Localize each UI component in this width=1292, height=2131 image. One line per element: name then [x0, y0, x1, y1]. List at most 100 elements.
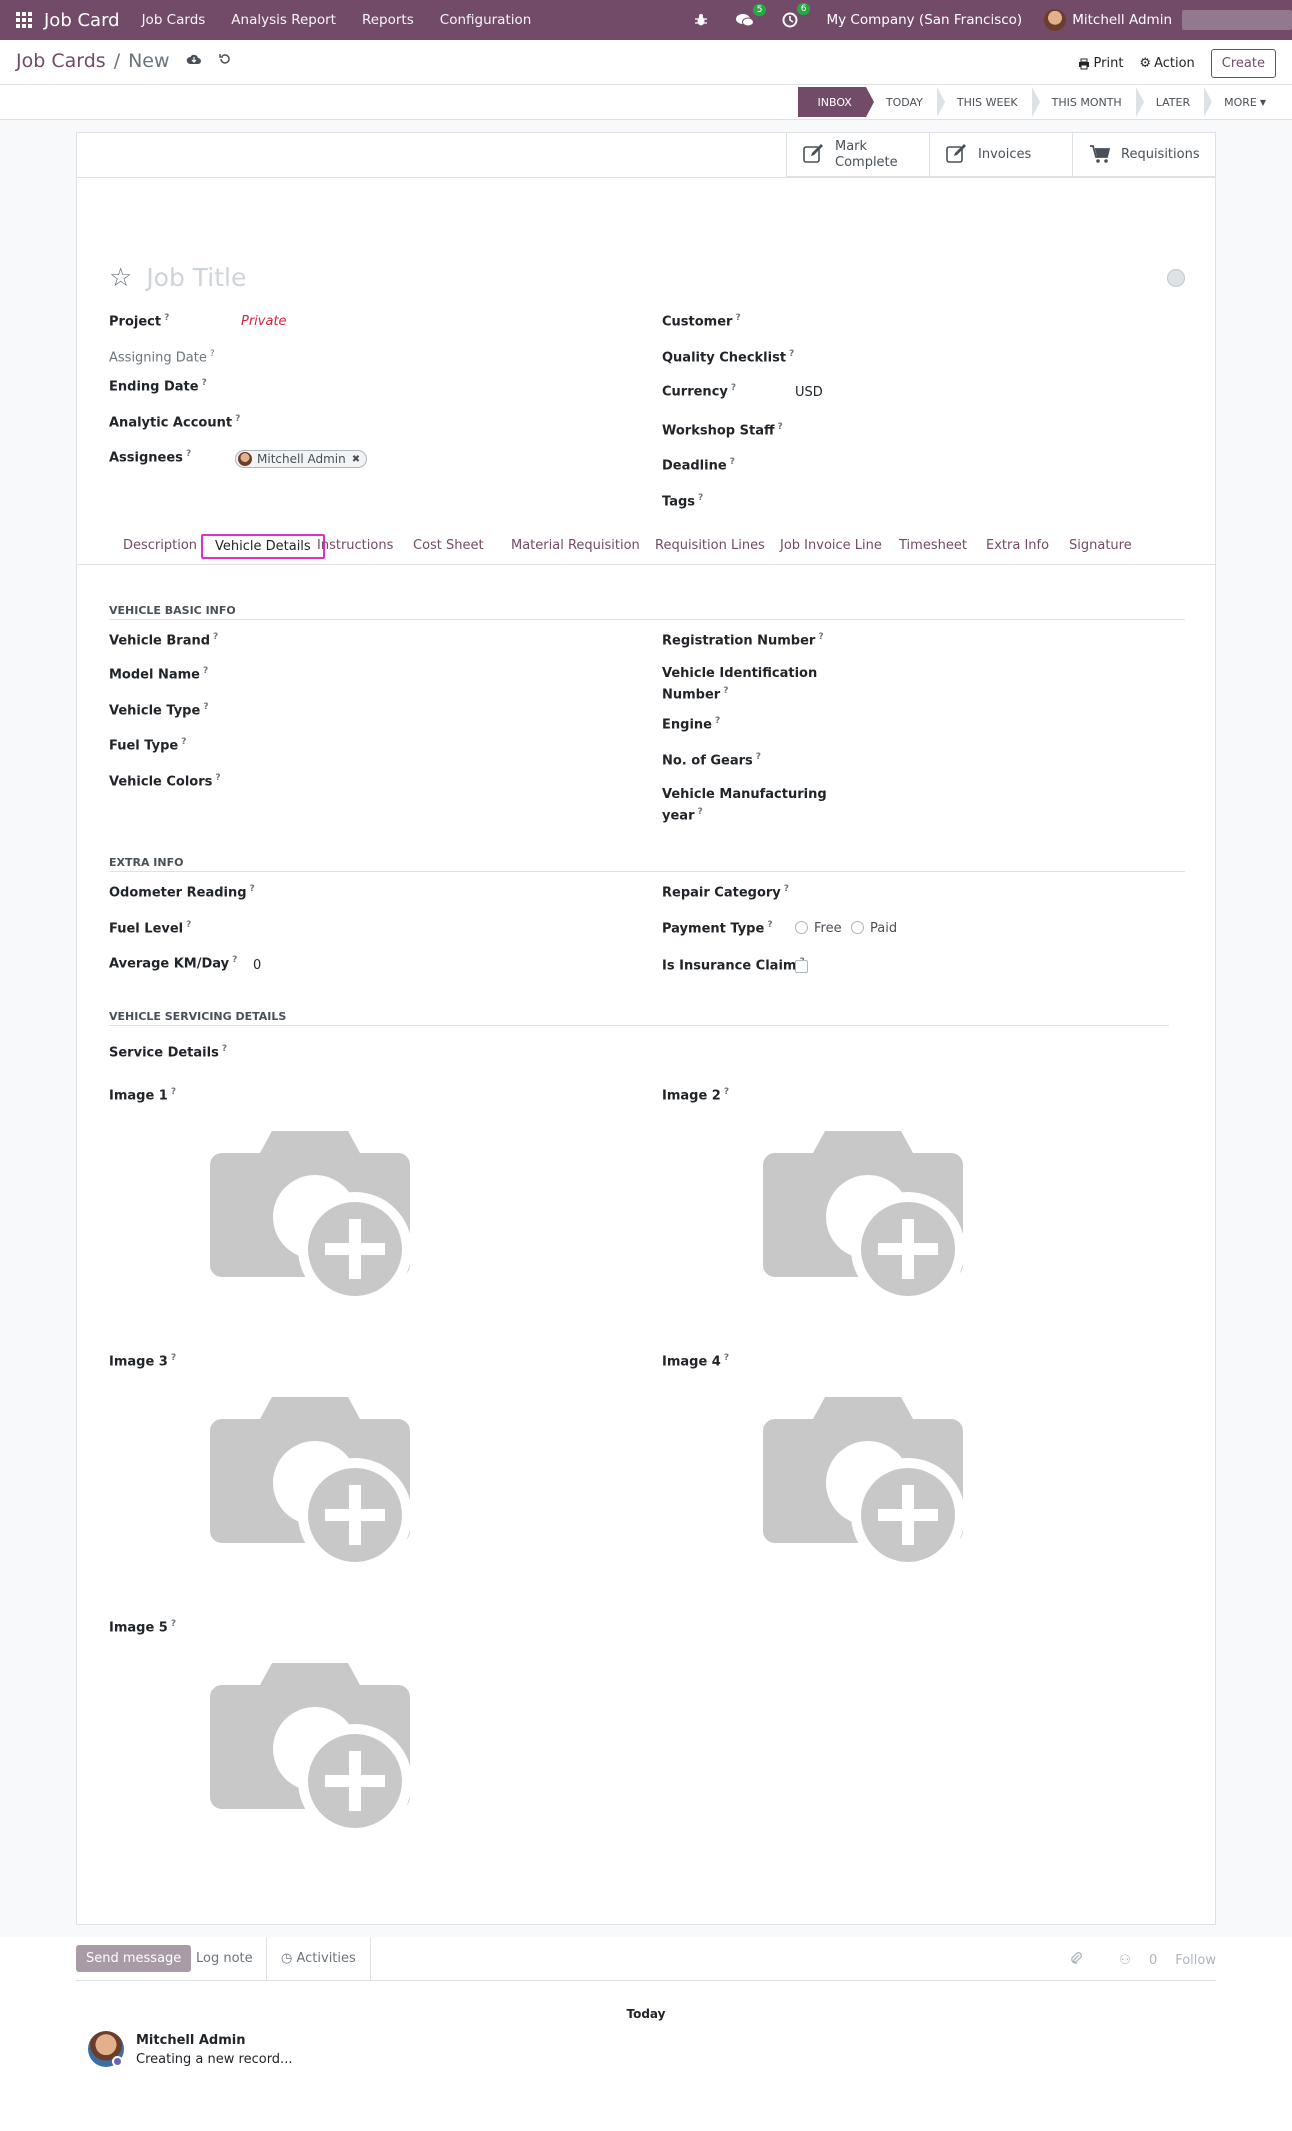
- action-button[interactable]: ⚙ Action: [1139, 56, 1194, 71]
- image1-label: Image 1?: [109, 1087, 177, 1104]
- save-cloud-icon[interactable]: [186, 53, 202, 69]
- apps-menu-icon[interactable]: [16, 11, 34, 29]
- vin-label-line1: Vehicle Identification: [662, 666, 818, 681]
- followers-button[interactable]: ⚇ 0: [1101, 1953, 1157, 1968]
- kanban-state-indicator[interactable]: [1167, 268, 1185, 287]
- form-sheet: Mark Complete Invoices Requisitions ☆ Jo…: [76, 132, 1216, 1925]
- stage-this-week[interactable]: THIS WEEK: [936, 87, 1040, 117]
- menu-analysis-report[interactable]: Analysis Report: [231, 12, 336, 28]
- requisitions-label: Requisitions: [1121, 146, 1200, 162]
- stage-filters: INBOX TODAY THIS WEEK THIS MONTH LATER M…: [797, 87, 1280, 117]
- average-km-day-field[interactable]: 0: [253, 958, 261, 973]
- stage-this-month[interactable]: THIS MONTH: [1031, 87, 1144, 117]
- control-panel: Job Cards / New Print ⚙ Action Create IN…: [0, 40, 1292, 120]
- repair-category-label: Repair Category?: [662, 884, 789, 901]
- print-icon: [1078, 58, 1089, 69]
- breadcrumb-current: New: [128, 50, 170, 72]
- log-note-button[interactable]: Log note: [196, 1951, 253, 1966]
- project-field[interactable]: Private: [241, 314, 287, 329]
- extra-info-header: EXTRA INFO: [109, 856, 184, 869]
- image4-upload-placeholder-icon[interactable]: [763, 1397, 963, 1573]
- edit-icon: [803, 144, 825, 165]
- vin-label-line2: Number?: [662, 686, 729, 703]
- manufacturing-year-label-line2: year?: [662, 807, 703, 824]
- assignees-label: Assignees?: [109, 449, 192, 466]
- tab-job-invoice-line[interactable]: Job Invoice Line: [767, 534, 895, 557]
- invoices-button[interactable]: Invoices: [929, 133, 1072, 176]
- image4-label: Image 4?: [662, 1353, 730, 1370]
- company-switcher[interactable]: My Company (San Francisco): [826, 12, 1022, 28]
- odometer-reading-label: Odometer Reading?: [109, 884, 255, 901]
- stage-inbox[interactable]: INBOX: [797, 87, 875, 117]
- user-icon: ⚇: [1119, 1952, 1131, 1968]
- payment-type-free-radio[interactable]: Free: [795, 921, 842, 936]
- tab-signature[interactable]: Signature: [1056, 534, 1145, 557]
- image2-upload-placeholder-icon[interactable]: [763, 1131, 963, 1307]
- image1-upload-placeholder-icon[interactable]: [210, 1131, 410, 1307]
- vehicle-basic-info-header: VEHICLE BASIC INFO: [109, 604, 236, 617]
- tab-requisition-lines[interactable]: Requisition Lines: [642, 534, 778, 557]
- notebook-tabs: Description Vehicle Details Instructions…: [77, 533, 1215, 565]
- insurance-claim-checkbox[interactable]: [795, 960, 808, 973]
- print-button[interactable]: Print: [1078, 56, 1123, 71]
- cart-icon: [1089, 144, 1111, 165]
- menu-configuration[interactable]: Configuration: [440, 12, 532, 28]
- project-label: Project?: [109, 313, 170, 330]
- messages-icon[interactable]: 5: [736, 3, 767, 28]
- chatter-topbar: Send message Log note ◷ Activities ⚇ 0 Fo…: [76, 1937, 1216, 1981]
- assignee-tag[interactable]: Mitchell Admin ✖: [235, 450, 368, 468]
- smart-button-box: Mark Complete Invoices Requisitions: [786, 133, 1215, 177]
- activities-count-badge: 6: [796, 3, 811, 15]
- message-author[interactable]: Mitchell Admin: [136, 2033, 245, 2048]
- image5-upload-placeholder-icon[interactable]: [210, 1663, 410, 1839]
- registration-number-label: Registration Number?: [662, 632, 824, 649]
- quality-checklist-label: Quality Checklist?: [662, 349, 795, 366]
- manufacturing-year-label-line1: Vehicle Manufacturing: [662, 787, 827, 802]
- online-status-dot: [112, 2056, 123, 2067]
- top-navbar: Job Card Job Cards Analysis Report Repor…: [0, 0, 1292, 40]
- title-row: ☆ Job Title: [109, 263, 1185, 292]
- stage-today[interactable]: TODAY: [865, 87, 945, 117]
- date-separator: Today: [626, 2007, 666, 2021]
- send-message-button[interactable]: Send message: [76, 1945, 192, 1972]
- activities-button[interactable]: ◷ Activities: [266, 1937, 371, 1981]
- follow-button[interactable]: Follow: [1175, 1953, 1216, 1968]
- image3-upload-placeholder-icon[interactable]: [210, 1397, 410, 1573]
- user-menu[interactable]: Mitchell Admin: [1044, 9, 1172, 31]
- mark-complete-button[interactable]: Mark Complete: [786, 133, 929, 176]
- deadline-label: Deadline?: [662, 457, 735, 474]
- clock-icon: ◷: [281, 1951, 297, 1966]
- tab-instructions[interactable]: Instructions: [304, 534, 406, 557]
- create-button[interactable]: Create: [1210, 49, 1276, 78]
- model-name-label: Model Name?: [109, 666, 209, 683]
- redacted-area: [1182, 10, 1292, 30]
- menu-job-cards[interactable]: Job Cards: [142, 12, 206, 28]
- tab-extra-info[interactable]: Extra Info: [973, 534, 1062, 557]
- menu-reports[interactable]: Reports: [362, 12, 414, 28]
- requisitions-button[interactable]: Requisitions: [1072, 133, 1215, 176]
- star-icon[interactable]: ☆: [109, 265, 132, 291]
- job-title-input[interactable]: Job Title: [146, 263, 1167, 292]
- stage-later[interactable]: LATER: [1135, 87, 1213, 117]
- tab-cost-sheet[interactable]: Cost Sheet: [400, 534, 497, 557]
- tab-material-requisition[interactable]: Material Requisition: [498, 534, 653, 557]
- chatter: Send message Log note ◷ Activities ⚇ 0 Fo…: [0, 1937, 1292, 2131]
- app-name[interactable]: Job Card: [44, 10, 120, 31]
- remove-tag-icon[interactable]: ✖: [352, 454, 360, 465]
- currency-field[interactable]: USD: [795, 385, 823, 400]
- breadcrumb-parent[interactable]: Job Cards: [16, 50, 106, 72]
- payment-type-paid-radio[interactable]: Paid: [851, 921, 897, 936]
- customer-label: Customer?: [662, 313, 741, 330]
- ending-date-label: Ending Date?: [109, 378, 207, 395]
- stage-more[interactable]: MORE ▼: [1204, 87, 1280, 117]
- analytic-account-label: Analytic Account?: [109, 414, 241, 431]
- assignee-name: Mitchell Admin: [257, 452, 346, 466]
- tab-description[interactable]: Description: [110, 534, 210, 557]
- paperclip-icon[interactable]: [1069, 1951, 1083, 1969]
- user-name: Mitchell Admin: [1072, 12, 1172, 28]
- caret-down-icon: ▼: [1259, 97, 1266, 107]
- activities-clock-icon[interactable]: 6: [782, 3, 811, 28]
- debug-bug-icon[interactable]: [694, 13, 708, 27]
- tab-timesheet[interactable]: Timesheet: [886, 534, 980, 557]
- discard-undo-icon[interactable]: [218, 52, 232, 70]
